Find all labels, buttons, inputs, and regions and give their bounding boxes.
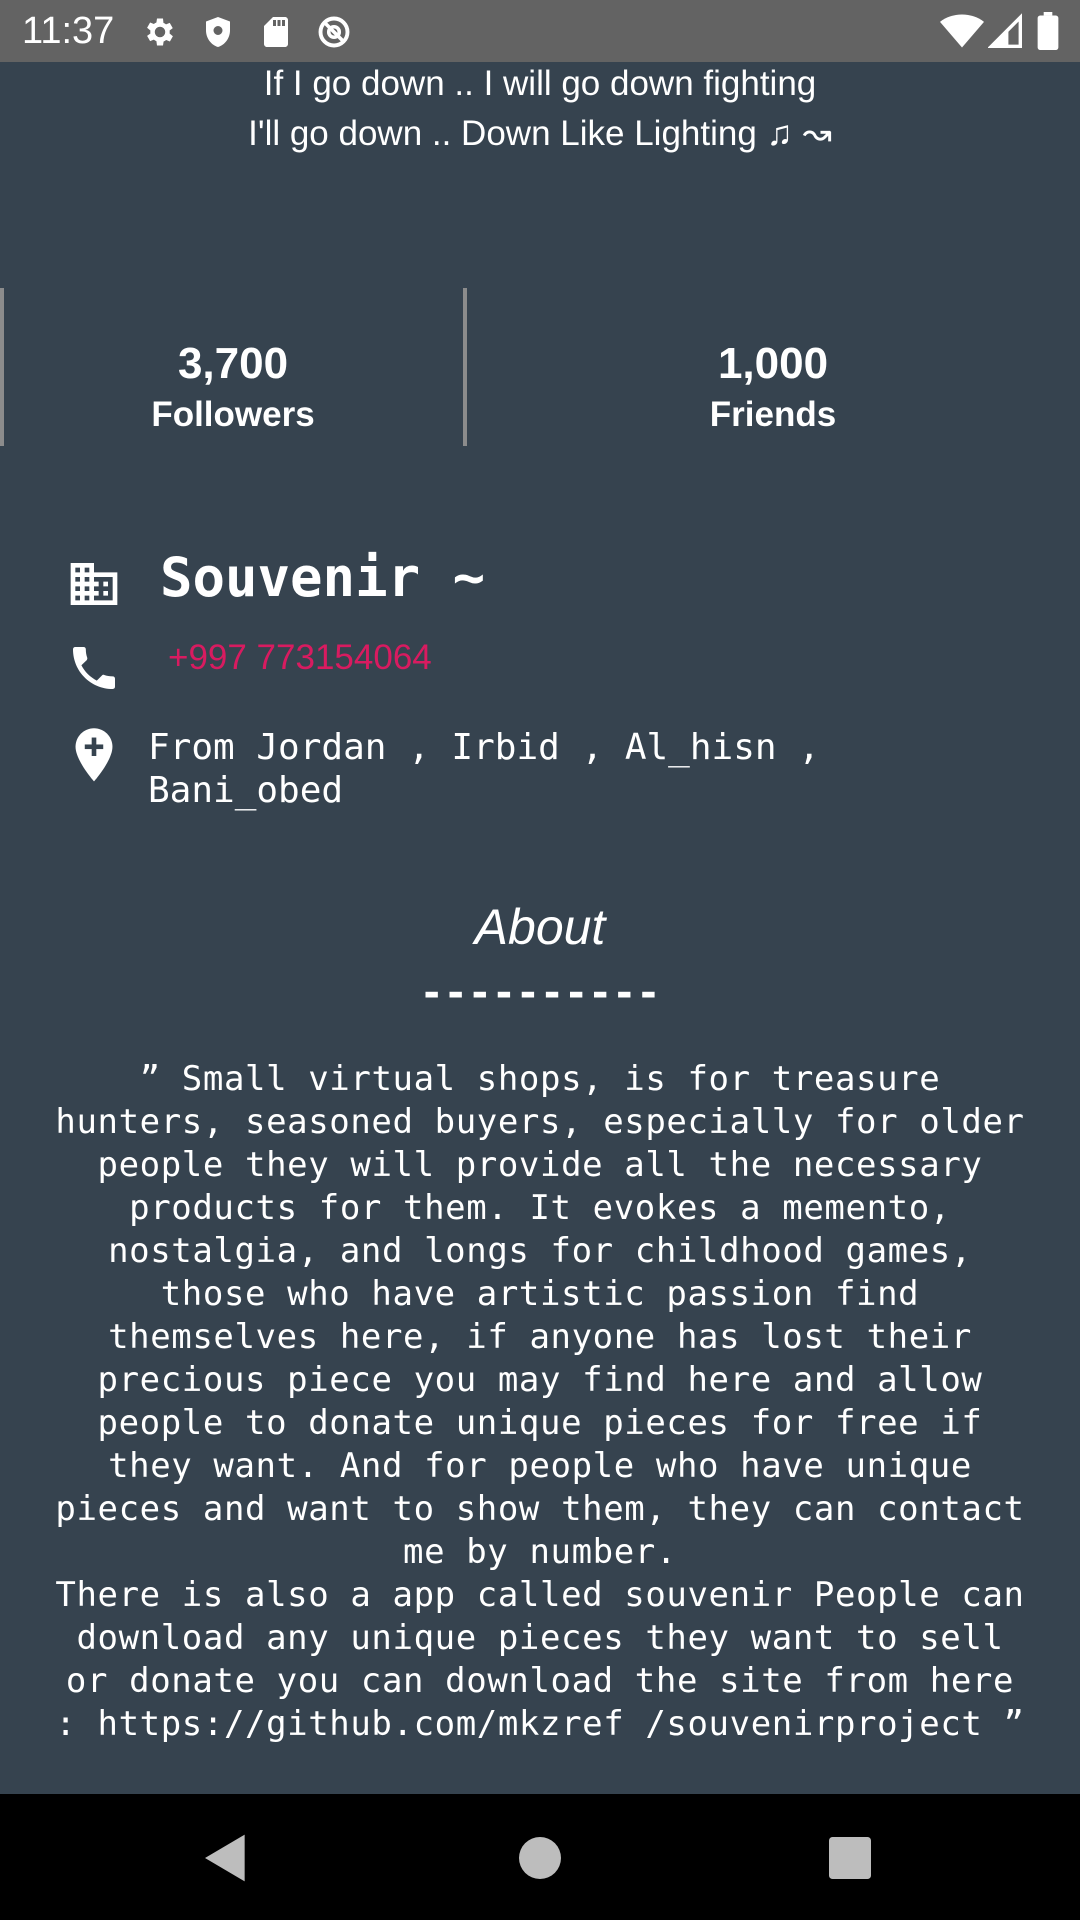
- profile-quote-line-1: If I go down .. I will go down fighting: [263, 64, 817, 103]
- home-icon[interactable]: [512, 1830, 568, 1886]
- status-time: 11:37: [22, 10, 115, 52]
- about-divider: ----------: [419, 970, 661, 1016]
- add-location-icon: [75, 728, 113, 782]
- followers-label: Followers: [151, 395, 315, 434]
- shield-icon: [206, 17, 230, 47]
- followers-count: 3,700: [177, 339, 289, 388]
- signal-icon: [988, 13, 1022, 48]
- about-heading: About: [474, 899, 606, 955]
- battery-icon: [1037, 12, 1059, 50]
- status-bar: 11:37: [0, 0, 1080, 62]
- profile-content[interactable]: If I go down .. I will go down fighting …: [0, 62, 1080, 1794]
- back-icon[interactable]: [198, 1830, 254, 1886]
- stat-divider-left: [0, 288, 4, 446]
- profile-name: Souvenir ~: [160, 546, 486, 609]
- settings-icon: [147, 18, 173, 46]
- followers-stat[interactable]: 3,700 Followers: [68, 338, 398, 440]
- navigation-bar: [0, 1794, 1080, 1920]
- at-icon: [318, 16, 350, 48]
- business-icon: [70, 563, 118, 605]
- about-text: ” Small virtual shops, is for treasure h…: [55, 1059, 1025, 1744]
- profile-quote-line-2: I'll go down .. Down Like Lighting ♫ ↝: [248, 114, 832, 153]
- wifi-icon: [940, 14, 984, 48]
- friends-label: Friends: [709, 395, 837, 434]
- recents-icon[interactable]: [822, 1830, 878, 1886]
- phone-number-link[interactable]: +997 773154064: [168, 638, 432, 678]
- friends-count: 1,000: [717, 339, 829, 388]
- stat-divider-middle: [463, 288, 467, 446]
- phone-icon: [73, 647, 115, 689]
- friends-stat[interactable]: 1,000 Friends: [608, 338, 938, 440]
- location-text: From Jordan , Irbid , Al_hisn , Bani_obe…: [148, 727, 820, 811]
- sd-card-icon: [264, 17, 288, 47]
